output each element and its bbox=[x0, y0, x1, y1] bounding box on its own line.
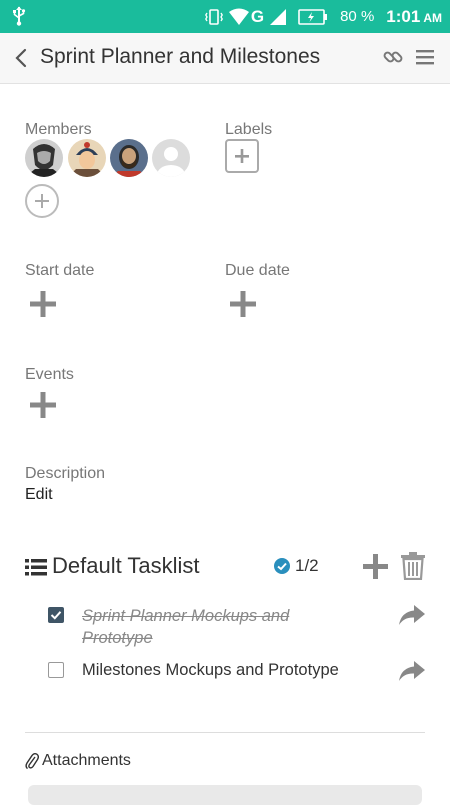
task-checkbox[interactable] bbox=[48, 662, 64, 678]
signal-icon bbox=[270, 8, 287, 25]
app-bar: Sprint Planner and Milestones bbox=[0, 33, 450, 84]
list-icon bbox=[25, 559, 47, 576]
add-label-button[interactable] bbox=[225, 139, 259, 173]
status-bar: G 80 % 1:01 AM bbox=[0, 0, 450, 33]
add-event-icon[interactable] bbox=[30, 392, 56, 418]
task-text[interactable]: Sprint Planner Mockups and Prototype bbox=[82, 605, 289, 649]
attachment-dropzone[interactable] bbox=[28, 785, 422, 805]
link-icon[interactable] bbox=[382, 46, 404, 68]
tasklist-progress: 1/2 bbox=[295, 556, 319, 575]
avatar[interactable] bbox=[68, 139, 106, 177]
page-title: Sprint Planner and Milestones bbox=[40, 45, 321, 68]
clock-time: 1:01 bbox=[386, 6, 421, 26]
share-icon[interactable] bbox=[398, 660, 426, 682]
members-label: Members bbox=[25, 121, 92, 138]
attachments-header: Attachments bbox=[25, 752, 131, 770]
avatar[interactable] bbox=[25, 139, 63, 177]
events-label: Events bbox=[25, 366, 74, 383]
paperclip-icon bbox=[25, 752, 39, 770]
plus-icon bbox=[35, 194, 49, 208]
check-circle-icon bbox=[274, 558, 290, 574]
clock: 1:01 AM bbox=[386, 7, 442, 27]
attachments-label: Attachments bbox=[42, 752, 131, 769]
description-label: Description bbox=[25, 465, 106, 482]
trash-icon[interactable] bbox=[401, 552, 425, 580]
start-date-label: Start date bbox=[25, 262, 95, 279]
battery-icon bbox=[298, 8, 328, 25]
due-date-label: Due date bbox=[225, 262, 290, 279]
battery-percent: 80 % bbox=[340, 8, 375, 25]
task-text[interactable]: Milestones Mockups and Prototype bbox=[82, 661, 339, 680]
avatar[interactable] bbox=[152, 139, 190, 177]
tasklist-title: Default Tasklist bbox=[52, 553, 200, 578]
vibrate-icon bbox=[204, 8, 223, 25]
back-arrow-icon[interactable] bbox=[10, 46, 34, 70]
divider bbox=[25, 732, 425, 733]
task-checkbox[interactable] bbox=[48, 607, 64, 623]
add-task-icon[interactable] bbox=[363, 554, 388, 579]
task-text-line: Sprint Planner Mockups and bbox=[82, 607, 290, 625]
plus-icon bbox=[235, 149, 249, 163]
network-type: G bbox=[250, 6, 265, 26]
add-start-date-icon[interactable] bbox=[30, 291, 56, 317]
description-edit-link[interactable]: Edit bbox=[25, 486, 53, 504]
avatar[interactable] bbox=[110, 139, 148, 177]
share-icon[interactable] bbox=[398, 604, 426, 626]
wifi-icon bbox=[228, 8, 249, 25]
usb-icon bbox=[13, 6, 26, 26]
labels-label: Labels bbox=[225, 121, 273, 138]
add-due-date-icon[interactable] bbox=[230, 291, 256, 317]
menu-icon[interactable] bbox=[414, 46, 436, 68]
add-member-button[interactable] bbox=[25, 184, 59, 218]
checkmark-icon bbox=[50, 611, 62, 620]
clock-ampm: AM bbox=[423, 10, 442, 25]
task-text-line: Prototype bbox=[82, 629, 153, 647]
